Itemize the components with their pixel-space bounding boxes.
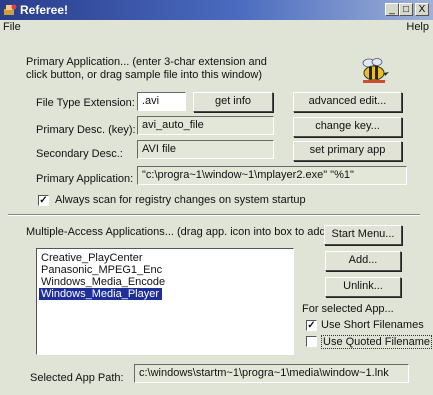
- secondary-desc-label: Secondary Desc.:: [36, 148, 123, 160]
- menu-file[interactable]: File: [3, 21, 21, 33]
- window-title: Referee!: [20, 3, 69, 17]
- always-scan-checkbox[interactable]: ✓: [38, 195, 49, 206]
- intro-text-line2: click button, or drag sample file into t…: [26, 69, 262, 81]
- list-item[interactable]: Panasonic_MPEG1_Enc: [39, 264, 291, 276]
- change-key-button[interactable]: change key...: [293, 117, 402, 137]
- always-scan-label: Always scan for registry changes on syst…: [55, 194, 306, 206]
- selected-path-label: Selected App Path:: [30, 372, 124, 384]
- use-quoted-filename-checkbox[interactable]: [306, 336, 317, 347]
- menu-help[interactable]: Help: [406, 21, 429, 33]
- list-item[interactable]: Windows_Media_Encode: [39, 276, 291, 288]
- app-listbox[interactable]: Creative_PlayCenter Panasonic_MPEG1_Enc …: [36, 248, 294, 355]
- file-type-input[interactable]: .avi: [137, 92, 186, 111]
- referee-bee-icon: [362, 58, 389, 83]
- primary-desc-label: Primary Desc. (key):: [36, 124, 136, 136]
- primary-app-label: Primary Application:: [36, 173, 134, 185]
- add-button[interactable]: Add...: [325, 251, 401, 271]
- list-item-selected[interactable]: Windows_Media_Player: [39, 288, 162, 300]
- intro-text-line1: Primary Application... (enter 3-char ext…: [26, 56, 267, 68]
- use-quoted-filename-label: Use Quoted Filename: [321, 335, 432, 349]
- set-primary-app-button[interactable]: set primary app: [293, 141, 402, 161]
- use-short-filenames-checkbox[interactable]: ✓: [306, 320, 317, 331]
- selected-path-field[interactable]: c:\windows\startm~1\progra~1\media\windo…: [134, 364, 409, 383]
- close-button[interactable]: X: [415, 3, 429, 16]
- referee-window: Referee! _ □ X File Help Primary Applica…: [0, 0, 433, 395]
- secondary-desc-field[interactable]: AVI file: [137, 140, 274, 159]
- menu-bar: File Help: [0, 20, 433, 36]
- unlink-button[interactable]: Unlink...: [325, 277, 401, 297]
- list-item[interactable]: Creative_PlayCenter: [39, 252, 291, 264]
- minimize-button[interactable]: _: [385, 3, 399, 16]
- primary-desc-field[interactable]: avi_auto_file: [137, 116, 274, 135]
- file-type-label: File Type Extension:: [36, 97, 135, 109]
- for-selected-label: For selected App...: [302, 303, 394, 315]
- multi-access-header: Multiple-Access Applications... (drag ap…: [26, 226, 330, 238]
- advanced-edit-button[interactable]: advanced edit...: [293, 92, 402, 112]
- get-info-button[interactable]: get info: [193, 92, 273, 112]
- use-short-filenames-label: Use Short Filenames: [321, 319, 424, 331]
- section-divider: [8, 214, 420, 216]
- referee-app-icon: [4, 4, 17, 15]
- maximize-button[interactable]: □: [399, 3, 413, 16]
- primary-app-field[interactable]: "c:\progra~1\window~1\mplayer2.exe" "%1": [137, 166, 407, 185]
- start-menu-button[interactable]: Start Menu...: [324, 225, 402, 245]
- title-bar[interactable]: Referee! _ □ X: [0, 0, 433, 20]
